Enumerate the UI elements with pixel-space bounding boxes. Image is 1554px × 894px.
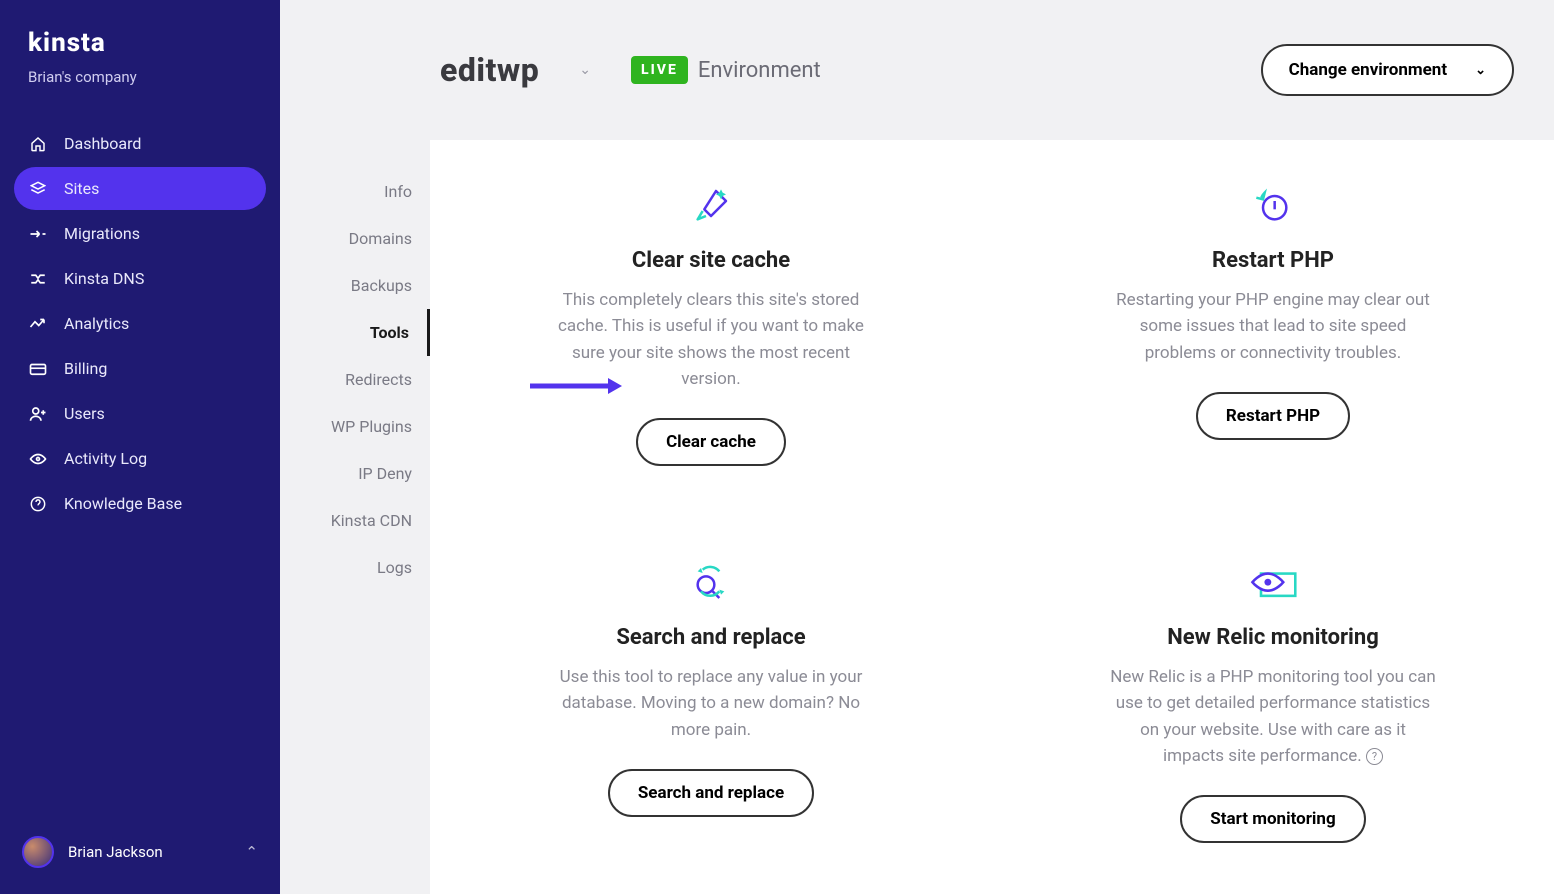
subnav-cdn[interactable]: Kinsta CDN [280,497,430,544]
company-name[interactable]: Brian's company [0,68,280,110]
primary-nav: Dashboard Sites Migrations Kinsta DNS An… [0,110,280,820]
subnav-ip-deny[interactable]: IP Deny [280,450,430,497]
nav-label: Dashboard [64,134,141,153]
nav-dns[interactable]: Kinsta DNS [14,257,266,300]
card-title: Clear site cache [500,248,922,273]
main-area: editwp ⌄ LIVE Environment Change environ… [430,0,1554,894]
subnav-tools[interactable]: Tools [280,309,430,356]
card-restart-php: Restart PHP Restarting your PHP engine m… [992,140,1554,517]
analytics-icon [28,318,48,330]
eye-icon [28,453,48,465]
monitor-eye-icon [1062,561,1484,605]
dns-icon [28,272,48,286]
arrow-annotation-icon [530,376,625,396]
nav-analytics[interactable]: Analytics [14,302,266,345]
card-title: Restart PHP [1062,248,1484,273]
restart-icon [1062,184,1484,228]
nav-label: Users [64,404,105,423]
card-desc: Restarting your PHP engine may clear out… [1108,287,1438,366]
subnav-backups[interactable]: Backups [280,262,430,309]
search-replace-icon [500,561,922,605]
clear-cache-button[interactable]: Clear cache [636,418,786,466]
user-menu[interactable]: Brian Jackson ⌃ [0,820,280,894]
change-env-label: Change environment [1289,60,1448,80]
tools-grid: Clear site cache This completely clears … [430,140,1554,894]
nav-dashboard[interactable]: Dashboard [14,122,266,165]
subnav-logs[interactable]: Logs [280,544,430,591]
nav-migrations[interactable]: Migrations [14,212,266,255]
migrations-icon [28,228,48,240]
chevron-up-icon: ⌃ [245,843,258,861]
user-plus-icon [28,406,48,422]
nav-sites[interactable]: Sites [14,167,266,210]
subnav-wp-plugins[interactable]: WP Plugins [280,403,430,450]
card-new-relic: New Relic monitoring New Relic is a PHP … [992,517,1554,894]
start-monitoring-button[interactable]: Start monitoring [1180,795,1365,843]
nav-billing[interactable]: Billing [14,347,266,390]
nav-label: Knowledge Base [64,494,182,513]
home-icon [28,136,48,152]
card-title: Search and replace [500,625,922,650]
restart-php-button[interactable]: Restart PHP [1196,392,1350,440]
nav-users[interactable]: Users [14,392,266,435]
change-environment-button[interactable]: Change environment ⌄ [1261,44,1514,96]
card-clear-cache: Clear site cache This completely clears … [430,140,992,517]
nav-activity[interactable]: Activity Log [14,437,266,480]
chevron-down-icon[interactable]: ⌄ [579,62,591,78]
subnav-domains[interactable]: Domains [280,215,430,262]
brand-logo: kinsta [0,0,280,68]
nav-label: Analytics [64,314,129,333]
topbar: editwp ⌄ LIVE Environment Change environ… [280,0,1554,140]
card-title: New Relic monitoring [1062,625,1484,650]
env-label: Environment [698,58,821,83]
card-desc: Use this tool to replace any value in yo… [546,664,876,743]
nav-label: Sites [64,179,99,198]
avatar [22,836,54,868]
chevron-down-icon: ⌄ [1475,63,1486,78]
subnav-redirects[interactable]: Redirects [280,356,430,403]
info-icon[interactable]: ? [1366,748,1383,765]
nav-kb[interactable]: Knowledge Base [14,482,266,525]
subnav-info[interactable]: Info [280,168,430,215]
site-name: editwp [440,51,539,89]
help-icon [28,496,48,512]
user-name: Brian Jackson [68,843,163,861]
card-search-replace: Search and replace Use this tool to repl… [430,517,992,894]
nav-label: Billing [64,359,107,378]
nav-label: Kinsta DNS [64,269,144,288]
search-replace-button[interactable]: Search and replace [608,769,814,817]
nav-label: Activity Log [64,449,147,468]
nav-label: Migrations [64,224,140,243]
env-badge: LIVE [631,56,688,84]
layers-icon [28,181,48,197]
primary-sidebar: kinsta Brian's company Dashboard Sites M… [0,0,280,894]
card-icon [28,362,48,376]
card-desc: New Relic is a PHP monitoring tool you c… [1108,664,1438,769]
broom-icon [500,184,922,228]
